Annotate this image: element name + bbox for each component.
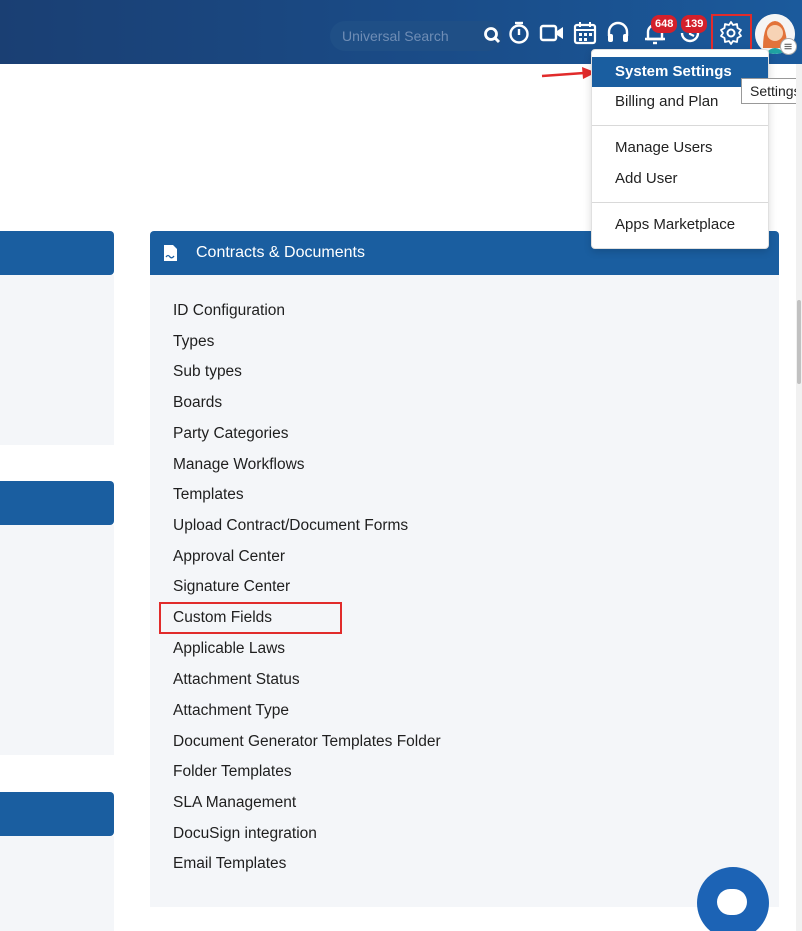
link-types[interactable]: Types: [173, 333, 214, 351]
document-icon: [164, 245, 177, 261]
link-sub-types[interactable]: Sub types: [173, 363, 242, 381]
left-card-header-3: [0, 792, 114, 836]
custom-fields-highlight-box: [159, 602, 342, 634]
universal-search-input[interactable]: Universal Search: [330, 21, 502, 51]
link-signature-center[interactable]: Signature Center: [173, 578, 290, 596]
link-manage-workflows[interactable]: Manage Workflows: [173, 456, 305, 474]
notifications-badge: 648: [651, 15, 678, 33]
link-id-configuration[interactable]: ID Configuration: [173, 302, 285, 320]
menu-item-manage-users[interactable]: Manage Users: [592, 133, 768, 163]
stopwatch-icon[interactable]: [506, 20, 532, 46]
left-card-header-1: [0, 231, 114, 275]
contracts-card-title: Contracts & Documents: [196, 244, 365, 261]
link-email-templates[interactable]: Email Templates: [173, 855, 286, 873]
link-upload-contract-document-forms[interactable]: Upload Contract/Document Forms: [173, 517, 408, 535]
link-approval-center[interactable]: Approval Center: [173, 548, 285, 566]
chat-button[interactable]: [697, 867, 769, 931]
link-templates[interactable]: Templates: [173, 486, 244, 504]
settings-highlight-box: [711, 14, 752, 52]
link-applicable-laws[interactable]: Applicable Laws: [173, 640, 285, 658]
link-document-generator-templates-folder[interactable]: Document Generator Templates Folder: [173, 733, 441, 751]
link-sla-management[interactable]: SLA Management: [173, 794, 296, 812]
page-scrollbar-thumb[interactable]: [797, 300, 801, 384]
avatar-menu-icon[interactable]: [780, 38, 797, 55]
link-party-categories[interactable]: Party Categories: [173, 425, 288, 443]
link-docusign-integration[interactable]: DocuSign integration: [173, 825, 317, 843]
calendar-icon[interactable]: [572, 20, 598, 46]
left-card-body-2: [0, 525, 114, 755]
headset-support-icon[interactable]: [605, 20, 631, 46]
chat-bubble-icon: [717, 889, 747, 915]
settings-tooltip: Settings: [741, 78, 802, 104]
left-card-body-1: [0, 275, 114, 445]
menu-divider: [592, 125, 768, 126]
link-folder-templates[interactable]: Folder Templates: [173, 763, 292, 781]
menu-divider: [592, 202, 768, 203]
left-card-header-2: [0, 481, 114, 525]
reminders-badge: 139: [681, 15, 708, 33]
page-scrollbar-track[interactable]: [796, 64, 802, 931]
left-card-body-3: [0, 836, 114, 931]
video-call-icon[interactable]: [539, 20, 565, 46]
search-icon[interactable]: [482, 25, 504, 47]
link-attachment-status[interactable]: Attachment Status: [173, 671, 300, 689]
link-attachment-type[interactable]: Attachment Type: [173, 702, 289, 720]
menu-item-apps-marketplace[interactable]: Apps Marketplace: [592, 210, 768, 240]
menu-item-add-user[interactable]: Add User: [592, 164, 768, 194]
link-boards[interactable]: Boards: [173, 394, 222, 412]
